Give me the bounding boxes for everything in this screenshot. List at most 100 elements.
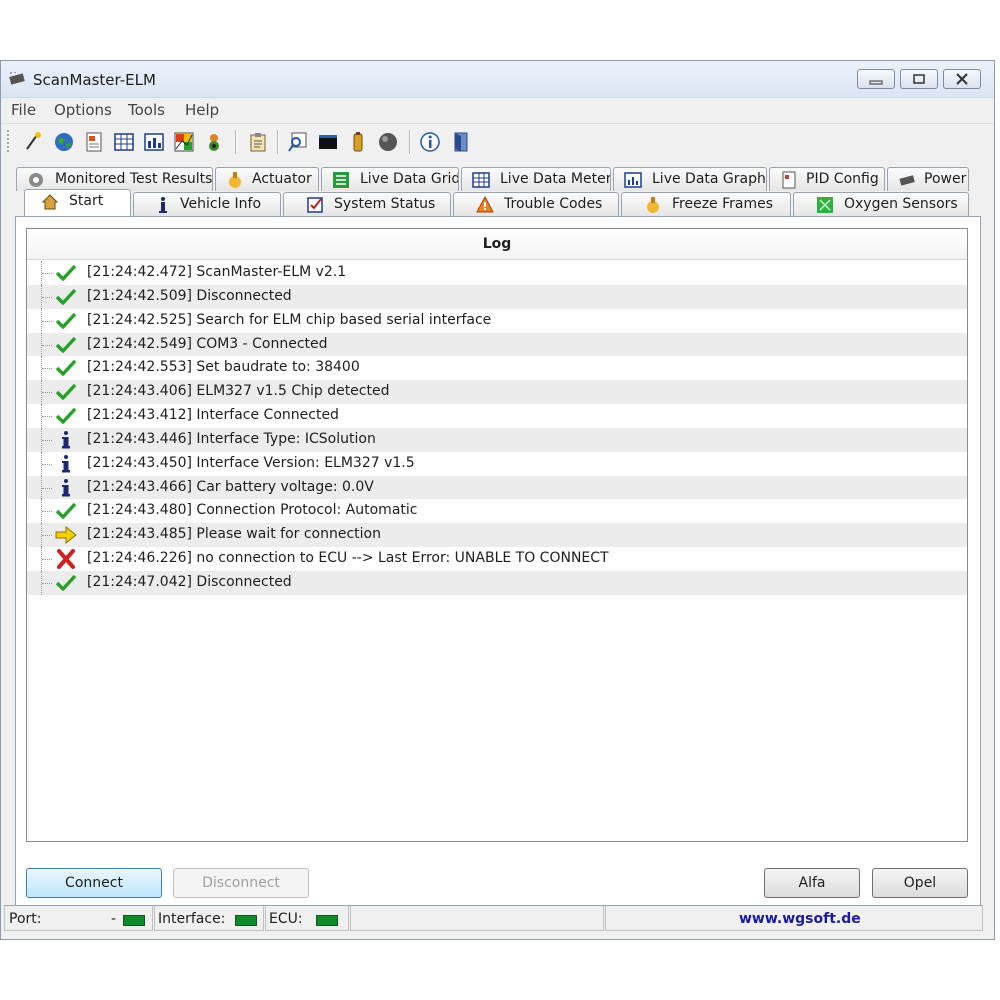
document-icon[interactable] (83, 131, 105, 153)
ball-icon[interactable] (377, 131, 399, 153)
disconnect-button[interactable]: Disconnect (173, 868, 309, 898)
maximize-button[interactable] (900, 69, 938, 89)
check-icon (55, 501, 77, 521)
menu-file[interactable]: File (11, 101, 36, 119)
log-rows: [21:24:42.472] ScanMaster-ELM v2.1 [21:24… (27, 261, 967, 595)
tab-pid-config[interactable]: PID Config (769, 167, 885, 191)
log-entry[interactable]: [21:24:42.509] Disconnected (27, 284, 967, 309)
tree-connector (41, 380, 56, 405)
menu-options[interactable]: Options (54, 101, 112, 119)
tree-connector (41, 451, 56, 476)
log-entry[interactable]: [21:24:46.226] no connection to ECU --> … (27, 547, 967, 571)
tab-actuator[interactable]: Actuator (215, 167, 319, 191)
port-led (123, 915, 145, 926)
start-tab-panel: Log [21:24:42.472] ScanMaster-ELM v2.1 [2… (15, 216, 981, 906)
tab-oxygen-sensors[interactable]: Oxygen Sensors (793, 192, 969, 216)
tree-connector (41, 404, 56, 428)
close-button[interactable] (943, 69, 981, 89)
toolbar-separator (409, 130, 411, 154)
check-icon (55, 406, 77, 426)
log-entry[interactable]: [21:24:42.553] Set baudrate to: 38400 (27, 356, 967, 381)
log-list[interactable]: Log [21:24:42.472] ScanMaster-ELM v2.1 [2… (26, 228, 968, 842)
toolbar-separator (277, 130, 279, 154)
tree-connector (41, 356, 56, 381)
interface-led (235, 915, 257, 926)
home-icon (41, 194, 59, 210)
tree-connector (41, 570, 56, 595)
tab-trouble-codes[interactable]: Trouble Codes (453, 192, 619, 216)
chip-icon (9, 72, 25, 85)
log-entry[interactable]: [21:24:43.485] Please wait for connectio… (27, 523, 967, 548)
globe-icon[interactable] (53, 131, 75, 153)
log-entry[interactable]: [21:24:43.406] ELM327 v1.5 Chip detected (27, 380, 967, 405)
log-entry[interactable]: [21:24:43.412] Interface Connected (27, 404, 967, 428)
log-entry-text: [21:24:47.042] Disconnected (87, 573, 292, 590)
log-entry[interactable]: [21:24:43.480] Connection Protocol: Auto… (27, 499, 967, 524)
grid-icon[interactable] (113, 131, 135, 153)
tab-power[interactable]: Power (887, 167, 969, 191)
log-entry[interactable]: [21:24:43.446] Interface Type: ICSolutio… (27, 427, 967, 452)
opel-button[interactable]: Opel (872, 868, 968, 898)
toolbar-grip[interactable] (7, 130, 12, 152)
log-entry[interactable]: [21:24:42.472] ScanMaster-ELM v2.1 (27, 261, 967, 285)
tab-live-data-grid[interactable]: Live Data Grid (321, 167, 459, 191)
tab-monitored-test-results[interactable]: Monitored Test Results (16, 167, 213, 191)
port-value: - (111, 911, 117, 927)
status-empty-cell (350, 905, 604, 931)
log-entry[interactable]: [21:24:42.549] COM3 - Connected (27, 332, 967, 357)
battery-icon[interactable] (347, 131, 369, 153)
tab-freeze-frames[interactable]: Freeze Frames (621, 192, 791, 216)
info-icon (55, 454, 77, 474)
tree-connector (41, 499, 56, 524)
gear-icon (29, 173, 43, 187)
log-entry[interactable]: [21:24:42.525] Search for ELM chip based… (27, 308, 967, 333)
exit-icon[interactable] (449, 131, 471, 153)
list-icon (333, 172, 349, 188)
log-entry-text: [21:24:42.553] Set baudrate to: 38400 (87, 359, 360, 376)
tab-live-data-meter[interactable]: Live Data Meter (461, 167, 611, 191)
log-entry[interactable]: [21:24:43.466] Car battery voltage: 0.0V (27, 475, 967, 500)
tab-live-data-graph[interactable]: Live Data Graph (613, 167, 767, 191)
info-icon (55, 430, 77, 450)
tab-vehicle-info[interactable]: Vehicle Info (133, 192, 281, 216)
engine-icon[interactable] (203, 131, 225, 153)
log-entry[interactable]: [21:24:47.042] Disconnected (27, 570, 967, 595)
tree-connector (41, 261, 56, 285)
app-window: ScanMaster-ELM File Options Tools Help M… (0, 60, 995, 940)
check-icon (55, 287, 77, 307)
port-cell: Port: - (4, 905, 153, 931)
check-icon (55, 335, 77, 355)
minimize-button[interactable] (857, 69, 895, 89)
log-entry-text: [21:24:43.450] Interface Version: ELM327… (87, 454, 415, 471)
log-entry-text: [21:24:42.472] ScanMaster-ELM v2.1 (87, 264, 347, 280)
bar-chart-icon (624, 172, 642, 188)
tab-system-status[interactable]: System Status (283, 192, 451, 216)
website-link[interactable]: www.wgsoft.de (739, 911, 861, 927)
alfa-button[interactable]: Alfa (764, 868, 860, 898)
log-entry[interactable]: [21:24:43.450] Interface Version: ELM327… (27, 451, 967, 476)
log-entry-text: [21:24:46.226] no connection to ECU --> … (87, 550, 609, 567)
wizard-icon[interactable] (23, 131, 45, 153)
find-icon[interactable] (287, 131, 309, 153)
log-entry-text: [21:24:42.525] Search for ELM chip based… (87, 311, 492, 328)
log-entry-text: [21:24:43.412] Interface Connected (87, 407, 339, 424)
arrow-right-icon (55, 525, 77, 545)
menu-help[interactable]: Help (185, 101, 219, 119)
warning-icon (476, 196, 494, 213)
clipboard-icon[interactable] (247, 131, 269, 153)
website-cell: www.wgsoft.de (605, 905, 983, 931)
terminal-icon[interactable] (317, 131, 339, 153)
interface-label: Interface: (158, 911, 226, 927)
menu-tools[interactable]: Tools (128, 101, 165, 119)
log-entry-text: [21:24:42.509] Disconnected (87, 287, 292, 304)
tab-start[interactable]: Start (24, 189, 131, 216)
actuator-icon (229, 172, 241, 188)
meter-icon[interactable] (143, 131, 165, 153)
status-bar: Port: - Interface: ECU: www.wgsoft.de (1, 903, 994, 935)
info-icon[interactable] (419, 131, 441, 153)
tree-connector (41, 547, 56, 571)
connect-button[interactable]: Connect (26, 868, 162, 898)
check-icon (55, 358, 77, 378)
graph-icon[interactable] (173, 131, 195, 153)
title-bar: ScanMaster-ELM (1, 61, 994, 98)
